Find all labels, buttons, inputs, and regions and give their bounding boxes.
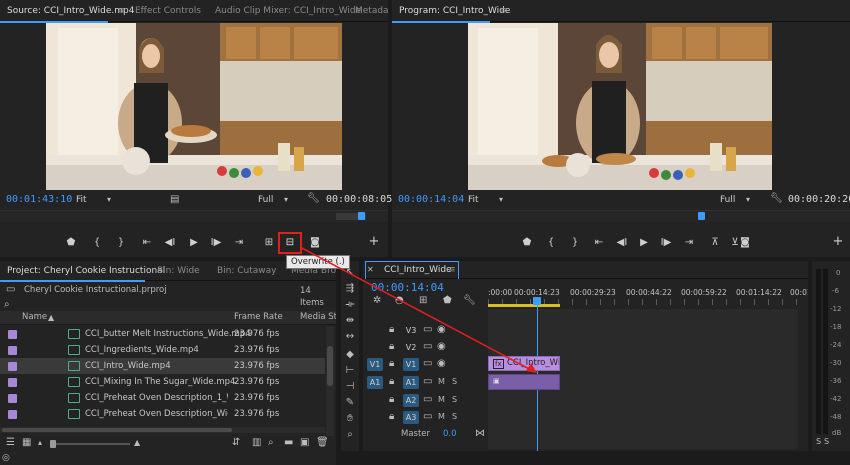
annotation-arrow: [299, 246, 537, 373]
